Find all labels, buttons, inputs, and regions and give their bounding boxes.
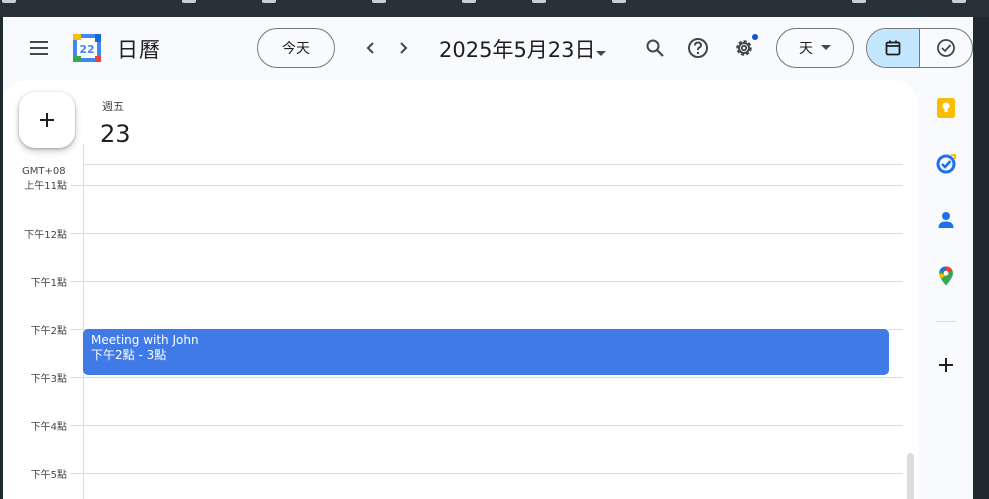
strip-mark (372, 0, 386, 3)
calendar-app: 22 日曆 今天 2025年5月23日 天 週五 23 GMT+08 上午11點… (3, 17, 973, 499)
logo-day-text: 22 (79, 43, 94, 56)
tasks-icon (936, 154, 956, 174)
strip-mark (262, 0, 276, 3)
strip-mark (612, 0, 626, 3)
top-bar: 22 日曆 今天 2025年5月23日 天 (3, 17, 973, 79)
day-number[interactable]: 23 (100, 120, 131, 148)
hour-gridline (71, 425, 903, 426)
calendar-logo[interactable]: 22 (71, 32, 103, 64)
vertical-scrollbar[interactable] (907, 453, 914, 499)
plus-icon (40, 113, 54, 127)
hour-label: 下午3點 (30, 374, 67, 385)
check-circle-icon (936, 39, 955, 57)
tasks-view-toggle[interactable] (920, 29, 973, 67)
hour-label: 下午5點 (30, 470, 67, 481)
view-label: 天 (799, 41, 813, 57)
caret-down-icon (821, 45, 831, 50)
event-meeting-with-john[interactable]: Meeting with John 下午2點 - 3點 (83, 329, 889, 375)
strip-mark (182, 0, 196, 3)
header-divider (83, 164, 903, 165)
day-view-panel: 週五 23 GMT+08 上午11點 下午12點 下午1點 下午2點 下午3點 … (3, 80, 918, 499)
search-button[interactable] (639, 32, 671, 64)
settings-button[interactable] (728, 32, 760, 64)
hour-gridline (71, 233, 903, 234)
column-divider (83, 144, 84, 499)
create-event-button[interactable] (19, 92, 75, 148)
strip-mark (952, 0, 966, 3)
contacts-button[interactable] (932, 206, 960, 234)
browser-top-strip (0, 0, 989, 17)
hour-gridline (71, 377, 903, 378)
get-add-ons-button[interactable] (932, 351, 960, 379)
hour-label: 下午1點 (30, 278, 67, 289)
add-icon (939, 358, 953, 372)
maps-button[interactable] (932, 262, 960, 290)
window-edge (973, 17, 989, 499)
weekday-label: 週五 (102, 100, 124, 113)
calendar-icon (885, 40, 901, 56)
strip-mark (462, 0, 476, 3)
previous-day-button[interactable] (356, 33, 386, 63)
main-menu-button[interactable] (23, 32, 55, 64)
strip-mark (852, 0, 866, 3)
event-time: 下午2點 - 3點 (91, 348, 167, 362)
app-title: 日曆 (117, 38, 161, 62)
notification-dot (752, 34, 758, 40)
maps-icon (939, 266, 953, 286)
tasks-button[interactable] (932, 150, 960, 178)
hour-gridline (71, 473, 903, 474)
hour-gridline (71, 185, 903, 186)
menu-icon (30, 41, 48, 43)
today-button[interactable]: 今天 (257, 28, 335, 68)
caret-down-icon[interactable] (596, 42, 606, 61)
contacts-icon (938, 212, 954, 228)
hour-label: 下午12點 (24, 230, 67, 241)
strip-mark (532, 0, 546, 3)
calendar-tasks-toggle (866, 28, 973, 68)
gear-icon (736, 40, 752, 56)
help-button[interactable] (682, 32, 714, 64)
strip-mark (2, 0, 16, 3)
view-switcher-button[interactable]: 天 (776, 28, 854, 68)
help-icon (688, 38, 708, 58)
search-icon (646, 39, 664, 57)
current-date-title[interactable]: 2025年5月23日 (439, 34, 596, 64)
hour-label: 下午2點 (30, 326, 67, 337)
keep-icon (937, 98, 955, 118)
timezone-label: GMT+08 (22, 166, 66, 177)
chevron-left-icon (366, 42, 374, 54)
hour-label: 下午4點 (30, 422, 67, 433)
keep-button[interactable] (932, 94, 960, 122)
hour-gridline (71, 281, 903, 282)
next-day-button[interactable] (388, 33, 418, 63)
event-title: Meeting with John (91, 333, 199, 347)
chevron-right-icon (400, 42, 408, 54)
side-panel-divider (936, 321, 956, 322)
calendar-view-toggle[interactable] (867, 29, 920, 67)
side-panel (918, 80, 973, 499)
hour-label: 上午11點 (24, 181, 67, 192)
